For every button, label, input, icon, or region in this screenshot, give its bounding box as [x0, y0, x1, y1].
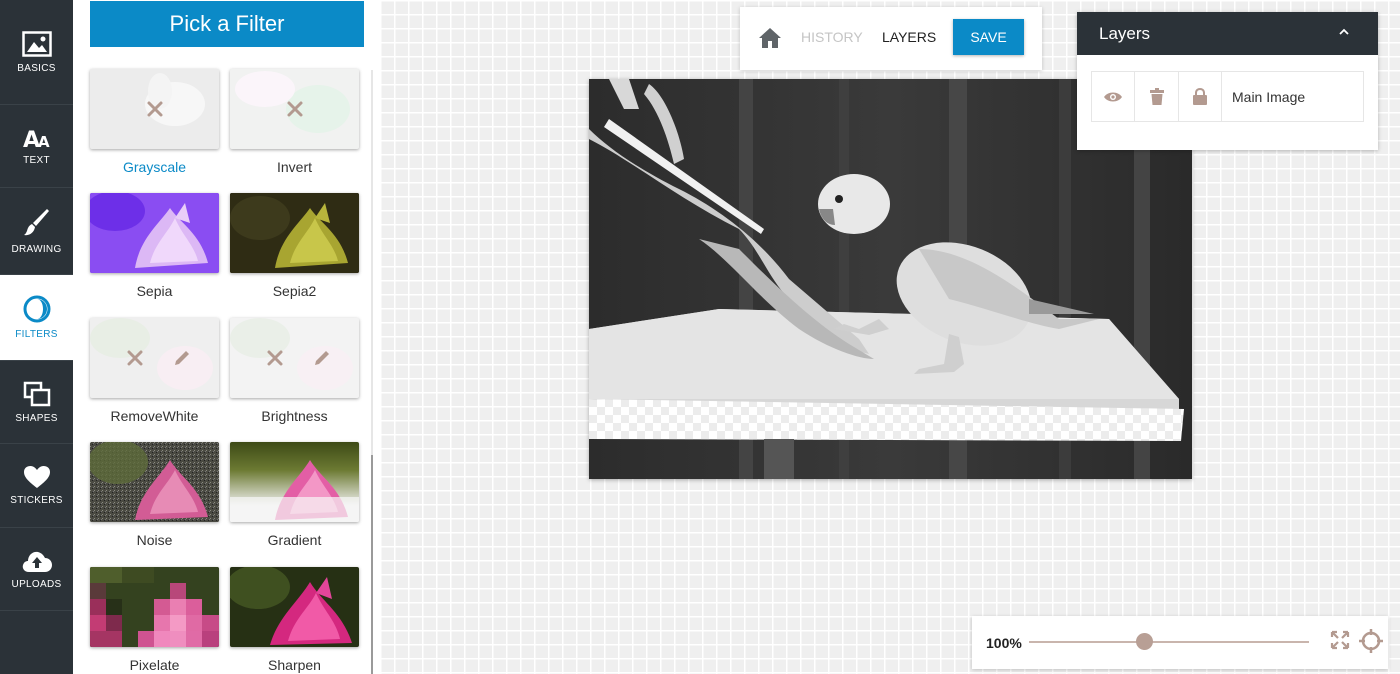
filter-label: Sepia — [136, 283, 173, 299]
layer-row[interactable]: Main Image — [1091, 71, 1364, 122]
filter-invert[interactable]: Invert — [230, 69, 359, 175]
filter-label: Sepia2 — [272, 283, 317, 299]
filter-label: Noise — [136, 532, 173, 548]
lock-icon — [1193, 88, 1207, 105]
image-icon — [21, 30, 52, 57]
top-toolbar: HISTORY LAYERS SAVE — [740, 7, 1042, 70]
eye-icon — [1104, 92, 1122, 101]
visibility-toggle[interactable] — [1092, 72, 1135, 121]
history-button[interactable]: HISTORY — [801, 29, 863, 45]
filter-label: Sharpen — [268, 657, 321, 673]
remove-icon[interactable] — [266, 349, 284, 367]
nav-label: BASICS — [17, 62, 56, 74]
filter-thumbnail — [90, 193, 219, 273]
filter-thumbnail — [230, 567, 359, 647]
heart-icon — [23, 466, 50, 488]
lock-layer-button[interactable] — [1179, 72, 1222, 121]
cloud-upload-icon — [22, 551, 52, 572]
home-icon[interactable] — [758, 27, 782, 49]
nav-item-shapes[interactable]: SHAPES — [0, 361, 73, 444]
nav-label: TEXT — [23, 154, 50, 166]
filter-panel: Pick a Filter Grayscale Invert Sepia Sep… — [73, 0, 380, 674]
filter-icon — [23, 295, 50, 323]
brush-icon — [23, 208, 49, 235]
nav-label: SHAPES — [15, 412, 58, 424]
nav-label: UPLOADS — [11, 578, 62, 590]
panel-title: Pick a Filter — [90, 1, 364, 47]
svg-text:A: A — [38, 133, 50, 149]
filter-label: Pixelate — [129, 657, 180, 673]
filter-thumbnail — [90, 442, 219, 522]
zoom-value: 100% — [986, 635, 1022, 651]
shapes-icon — [23, 381, 50, 406]
filter-thumbnail — [230, 69, 359, 149]
remove-icon[interactable] — [126, 349, 144, 367]
filter-pixelate[interactable]: Pixelate — [90, 567, 219, 673]
filter-sepia2[interactable]: Sepia2 — [230, 193, 359, 299]
filter-thumbnail — [230, 193, 359, 273]
delete-layer-button[interactable] — [1135, 72, 1179, 121]
filter-thumbnail — [230, 442, 359, 522]
filter-sepia[interactable]: Sepia — [90, 193, 219, 299]
filter-thumbnail — [230, 318, 359, 398]
layers-panel-title: Layers — [1099, 23, 1151, 43]
zoom-slider-track[interactable] — [1029, 641, 1309, 643]
center-icon[interactable] — [1358, 628, 1384, 654]
save-button[interactable]: SAVE — [953, 19, 1024, 55]
left-nav: BASICS AA TEXT DRAWING FILTERS SHAPES ST… — [0, 0, 73, 674]
filter-grayscale[interactable]: Grayscale — [90, 69, 219, 175]
filter-brightness[interactable]: Brightness — [230, 318, 359, 424]
edit-icon[interactable] — [312, 348, 332, 368]
nav-item-drawing[interactable]: DRAWING — [0, 188, 73, 275]
nav-item-stickers[interactable]: STICKERS — [0, 444, 73, 528]
filter-thumbnail — [90, 69, 219, 149]
remove-icon[interactable] — [286, 100, 304, 118]
nav-item-basics[interactable]: BASICS — [0, 0, 73, 105]
filter-label: Gradient — [267, 532, 322, 548]
nav-item-filters[interactable]: FILTERS — [0, 275, 73, 361]
filter-thumbnail — [90, 567, 219, 647]
nav-label: STICKERS — [10, 495, 63, 506]
nav-label: FILTERS — [15, 329, 58, 340]
text-icon: AA — [23, 128, 50, 149]
nav-item-text[interactable]: AA TEXT — [0, 105, 73, 188]
filter-label: RemoveWhite — [110, 408, 199, 424]
layers-button[interactable]: LAYERS — [882, 29, 936, 45]
filter-noise[interactable]: Noise — [90, 442, 219, 548]
zoom-bar: 100% — [972, 616, 1388, 669]
layers-panel-header: Layers — [1077, 12, 1378, 55]
remove-icon[interactable] — [146, 100, 164, 118]
layer-name: Main Image — [1232, 89, 1306, 105]
fit-screen-icon[interactable] — [1330, 630, 1350, 650]
filter-thumbnail — [90, 318, 219, 398]
filter-sharpen[interactable]: Sharpen — [230, 567, 359, 673]
edit-icon[interactable] — [172, 348, 192, 368]
filter-removewhite[interactable]: RemoveWhite — [90, 318, 219, 424]
filter-label: Brightness — [261, 408, 328, 424]
filter-label: Grayscale — [122, 159, 187, 175]
trash-icon — [1149, 88, 1164, 105]
layers-panel: Layers Main Image — [1077, 12, 1378, 150]
zoom-slider-handle[interactable] — [1136, 633, 1153, 650]
nav-item-uploads[interactable]: UPLOADS — [0, 528, 73, 611]
nav-label: DRAWING — [11, 243, 62, 255]
filter-label: Invert — [276, 159, 312, 175]
scrollbar-thumb[interactable] — [371, 455, 373, 674]
filter-gradient[interactable]: Gradient — [230, 442, 359, 548]
chevron-up-icon[interactable] — [1338, 26, 1350, 38]
